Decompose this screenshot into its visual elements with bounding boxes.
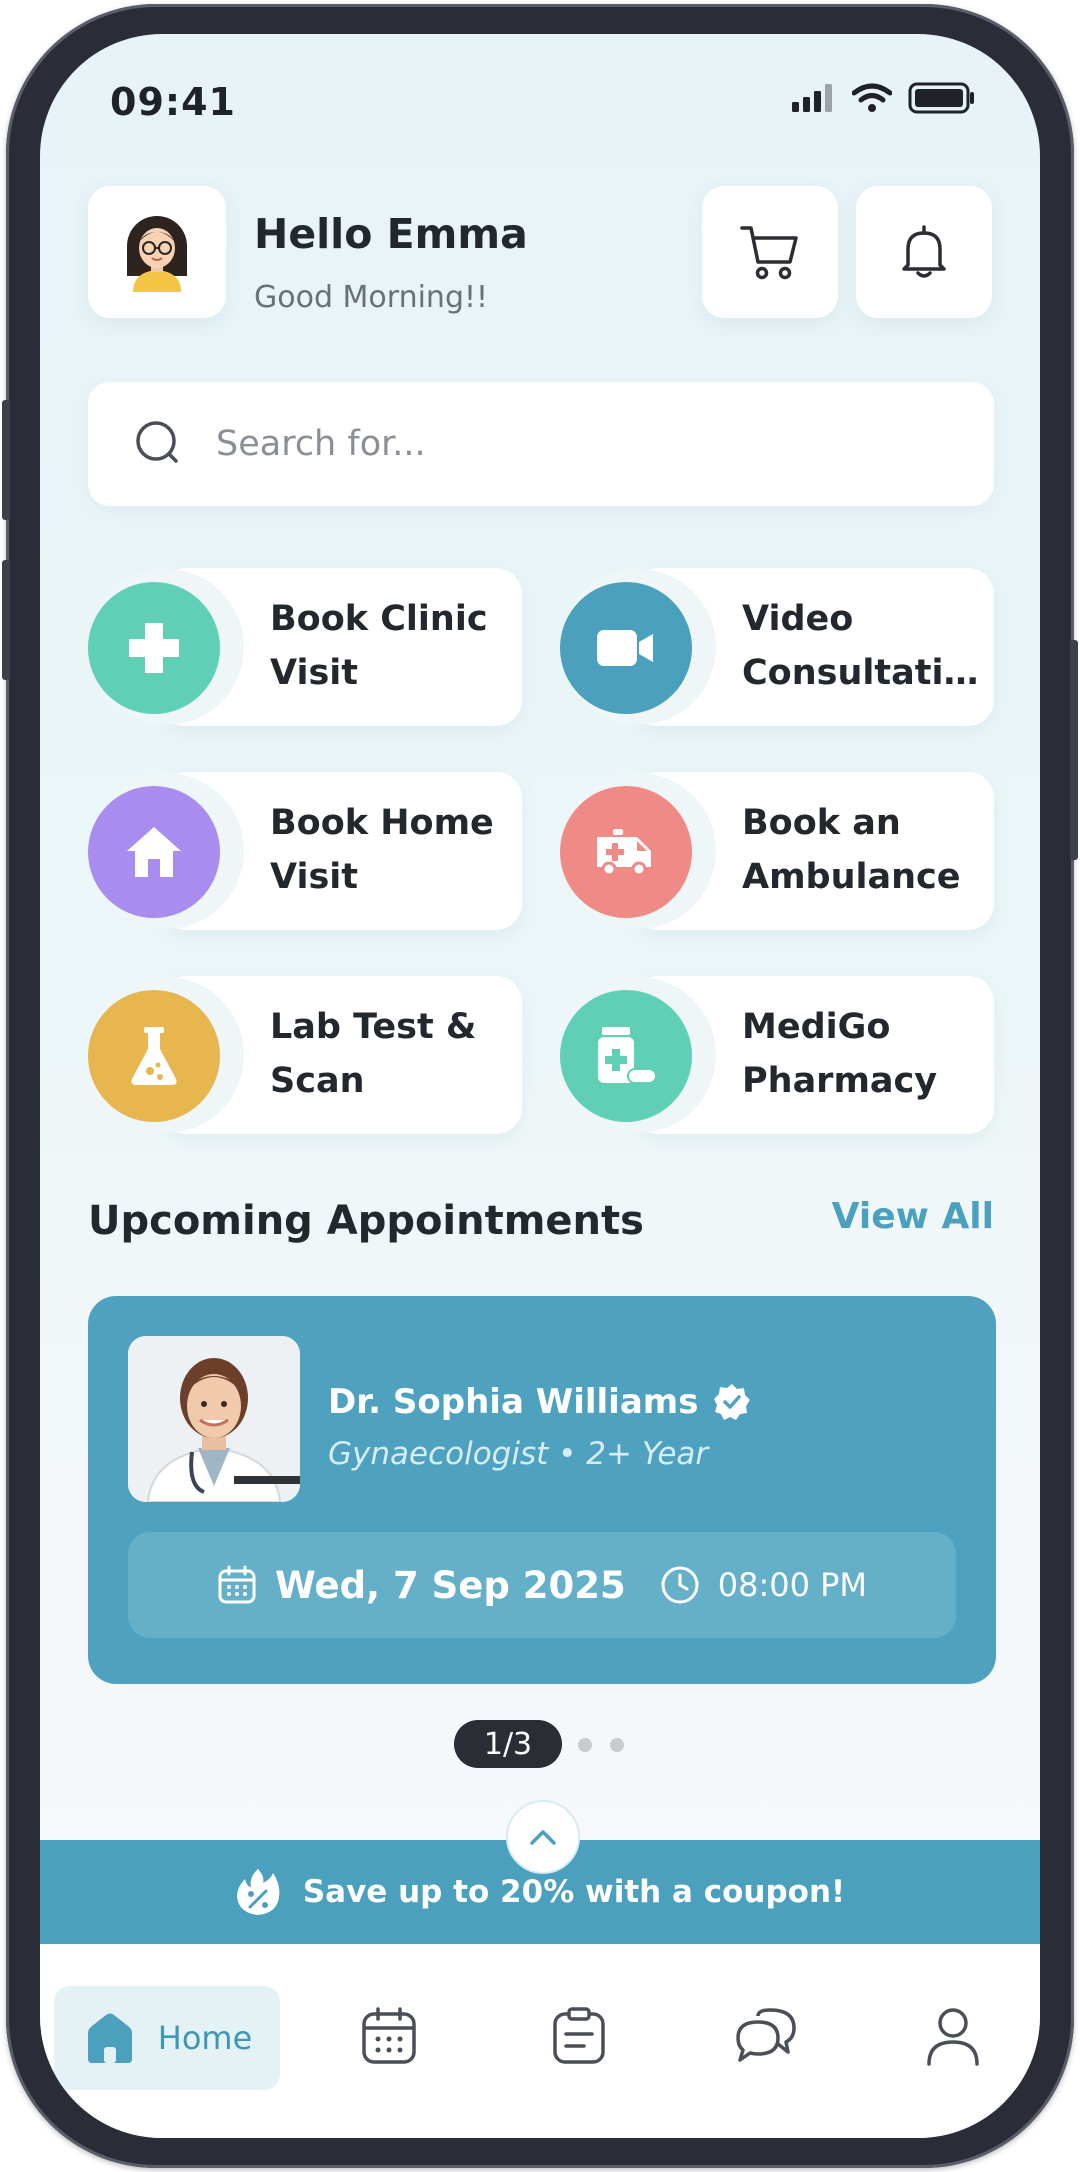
app-screen: 09:41 Hello Emma Good Morning!! Search f… (40, 34, 1040, 2138)
calendar-icon (218, 1565, 256, 1604)
battery-icon (908, 82, 974, 114)
chat-icon[interactable] (734, 2006, 798, 2066)
nav-home-label: Home (157, 2019, 253, 2057)
status-time: 09:41 (110, 80, 236, 124)
side-button (2, 560, 10, 680)
tile-label: Book Clinic Visit (270, 599, 488, 693)
video-camera-icon (597, 630, 653, 666)
view-all-link[interactable]: View All (832, 1196, 994, 1237)
plus-icon (129, 623, 179, 673)
status-icons (792, 82, 976, 114)
flask-icon (131, 1027, 177, 1085)
tile-label: Lab Test & Scan (270, 1007, 477, 1101)
signal-icon (792, 84, 832, 112)
tile-icon-circle (560, 990, 692, 1122)
doctor-portrait (128, 1336, 300, 1502)
doctor-photo (128, 1336, 300, 1502)
avatar[interactable] (88, 186, 226, 318)
service-lab-test-scan[interactable]: Lab Test & Scan (88, 976, 522, 1134)
nav-home[interactable]: Home (54, 1986, 280, 2090)
cart-button[interactable] (702, 186, 838, 318)
tile-icon-circle (560, 786, 692, 918)
service-medigo-pharmacy[interactable]: MediGo Pharmacy (560, 976, 994, 1134)
service-book-ambulance[interactable]: Book an Ambulance (560, 772, 994, 930)
home-icon (87, 2013, 132, 2063)
document-icon[interactable] (550, 2006, 608, 2066)
cart-icon (740, 226, 798, 280)
pill-bottle-icon (598, 1027, 657, 1084)
tile-icon-circle (88, 990, 220, 1122)
search-icon (136, 421, 178, 463)
side-button (2, 400, 10, 520)
greeting-subtitle: Good Morning!! (254, 280, 489, 315)
bottom-nav: Home (40, 1944, 1040, 2138)
expand-promo-button[interactable] (506, 1800, 580, 1874)
clock-icon (661, 1566, 699, 1604)
search-input[interactable] (216, 424, 916, 464)
appointment-datetime-bar: Wed, 7 Sep 2025 08:00 PM (128, 1532, 956, 1638)
discount-badge-icon (236, 1869, 280, 1915)
bell-icon (902, 225, 946, 278)
search-bar[interactable] (88, 382, 994, 506)
coupon-text: Save up to 20% with a coupon! (302, 1874, 846, 1910)
tile-icon-circle (560, 582, 692, 714)
notifications-button[interactable] (856, 186, 992, 318)
appointment-card[interactable]: Dr. Sophia Williams Gynaecologist • 2+ Y… (88, 1296, 996, 1684)
section-title: Upcoming Appointments (88, 1198, 644, 1244)
service-video-consultation[interactable]: Video Consultati... (560, 568, 994, 726)
carousel-dot[interactable] (610, 1738, 624, 1752)
wifi-icon (852, 83, 892, 112)
doctor-specialty: Gynaecologist • 2+ Year (328, 1436, 709, 1472)
appointment-time: 08:00 PM (717, 1566, 868, 1604)
tile-label: Video Consultati... (742, 599, 982, 693)
user-avatar-illustration (127, 216, 187, 292)
tile-label: MediGo Pharmacy (742, 1007, 938, 1101)
tile-label: Book Home Visit (270, 803, 494, 897)
appointment-date: Wed, 7 Sep 2025 (274, 1563, 626, 1607)
service-book-home-visit[interactable]: Book Home Visit (88, 772, 522, 930)
verified-badge-icon (714, 1384, 751, 1420)
carousel-dot[interactable] (578, 1738, 592, 1752)
carousel-pager: 1/3 (454, 1720, 562, 1768)
ambulance-icon (597, 829, 651, 877)
profile-icon[interactable] (924, 2006, 982, 2066)
tile-icon-circle (88, 786, 220, 918)
greeting-title: Hello Emma (254, 210, 528, 258)
tile-icon-circle (88, 582, 220, 714)
doctor-name: Dr. Sophia Williams (328, 1382, 752, 1422)
service-book-clinic-visit[interactable]: Book Clinic Visit (88, 568, 522, 726)
calendar-icon[interactable] (360, 2006, 418, 2066)
side-button (1070, 640, 1078, 860)
chevron-up-icon (530, 1830, 556, 1845)
doctor-name-text: Dr. Sophia Williams (328, 1382, 699, 1422)
home-icon (127, 827, 181, 877)
tile-label: Book an Ambulance (742, 803, 961, 897)
